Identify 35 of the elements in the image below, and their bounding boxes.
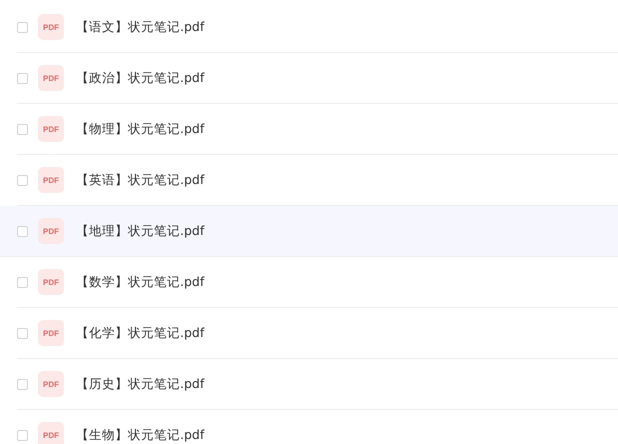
file-name[interactable]: 【语文】状元笔记.pdf: [76, 18, 204, 36]
file-name[interactable]: 【历史】状元笔记.pdf: [76, 376, 204, 392]
checkbox[interactable]: [17, 328, 28, 338]
file-name[interactable]: 【地理】状元笔记.pdf: [76, 222, 204, 240]
checkbox[interactable]: [17, 22, 28, 32]
pdf-file-icon: PDF: [38, 167, 64, 193]
checkbox[interactable]: [17, 378, 28, 390]
pdf-file-icon: PDF: [38, 371, 64, 397]
file-name[interactable]: 【数学】状元笔记.pdf: [76, 274, 204, 290]
pdf-file-icon: PDF: [38, 269, 64, 295]
checkbox[interactable]: [17, 124, 28, 134]
checkbox[interactable]: [17, 430, 28, 440]
file-row[interactable]: PDF 【历史】状元笔记.pdf: [17, 359, 618, 410]
pdf-file-icon: PDF: [38, 116, 64, 142]
file-row[interactable]: PDF 【语文】状元笔记.pdf: [17, 2, 618, 53]
checkbox[interactable]: [17, 276, 28, 288]
checkbox[interactable]: [17, 72, 28, 84]
checkbox[interactable]: [17, 226, 28, 236]
pdf-file-icon: PDF: [38, 218, 64, 244]
pdf-file-icon: PDF: [38, 65, 64, 91]
file-row[interactable]: PDF 【化学】状元笔记.pdf: [17, 308, 618, 359]
file-name[interactable]: 【物理】状元笔记.pdf: [76, 120, 204, 138]
file-row[interactable]: PDF 【物理】状元笔记.pdf: [17, 104, 618, 155]
checkbox[interactable]: [17, 174, 28, 186]
file-row[interactable]: PDF 【地理】状元笔记.pdf: [0, 206, 618, 257]
file-name[interactable]: 【化学】状元笔记.pdf: [76, 324, 204, 342]
pdf-file-icon: PDF: [38, 14, 64, 40]
file-row[interactable]: PDF 【生物】状元笔记.pdf: [17, 410, 618, 444]
file-name[interactable]: 【生物】状元笔记.pdf: [76, 426, 204, 444]
pdf-file-icon: PDF: [38, 422, 64, 444]
pdf-file-icon: PDF: [38, 320, 64, 346]
file-name[interactable]: 【英语】状元笔记.pdf: [76, 172, 204, 188]
file-row[interactable]: PDF 【数学】状元笔记.pdf: [17, 257, 618, 308]
file-row[interactable]: PDF 【政治】状元笔记.pdf: [17, 53, 618, 104]
file-name[interactable]: 【政治】状元笔记.pdf: [76, 70, 204, 86]
